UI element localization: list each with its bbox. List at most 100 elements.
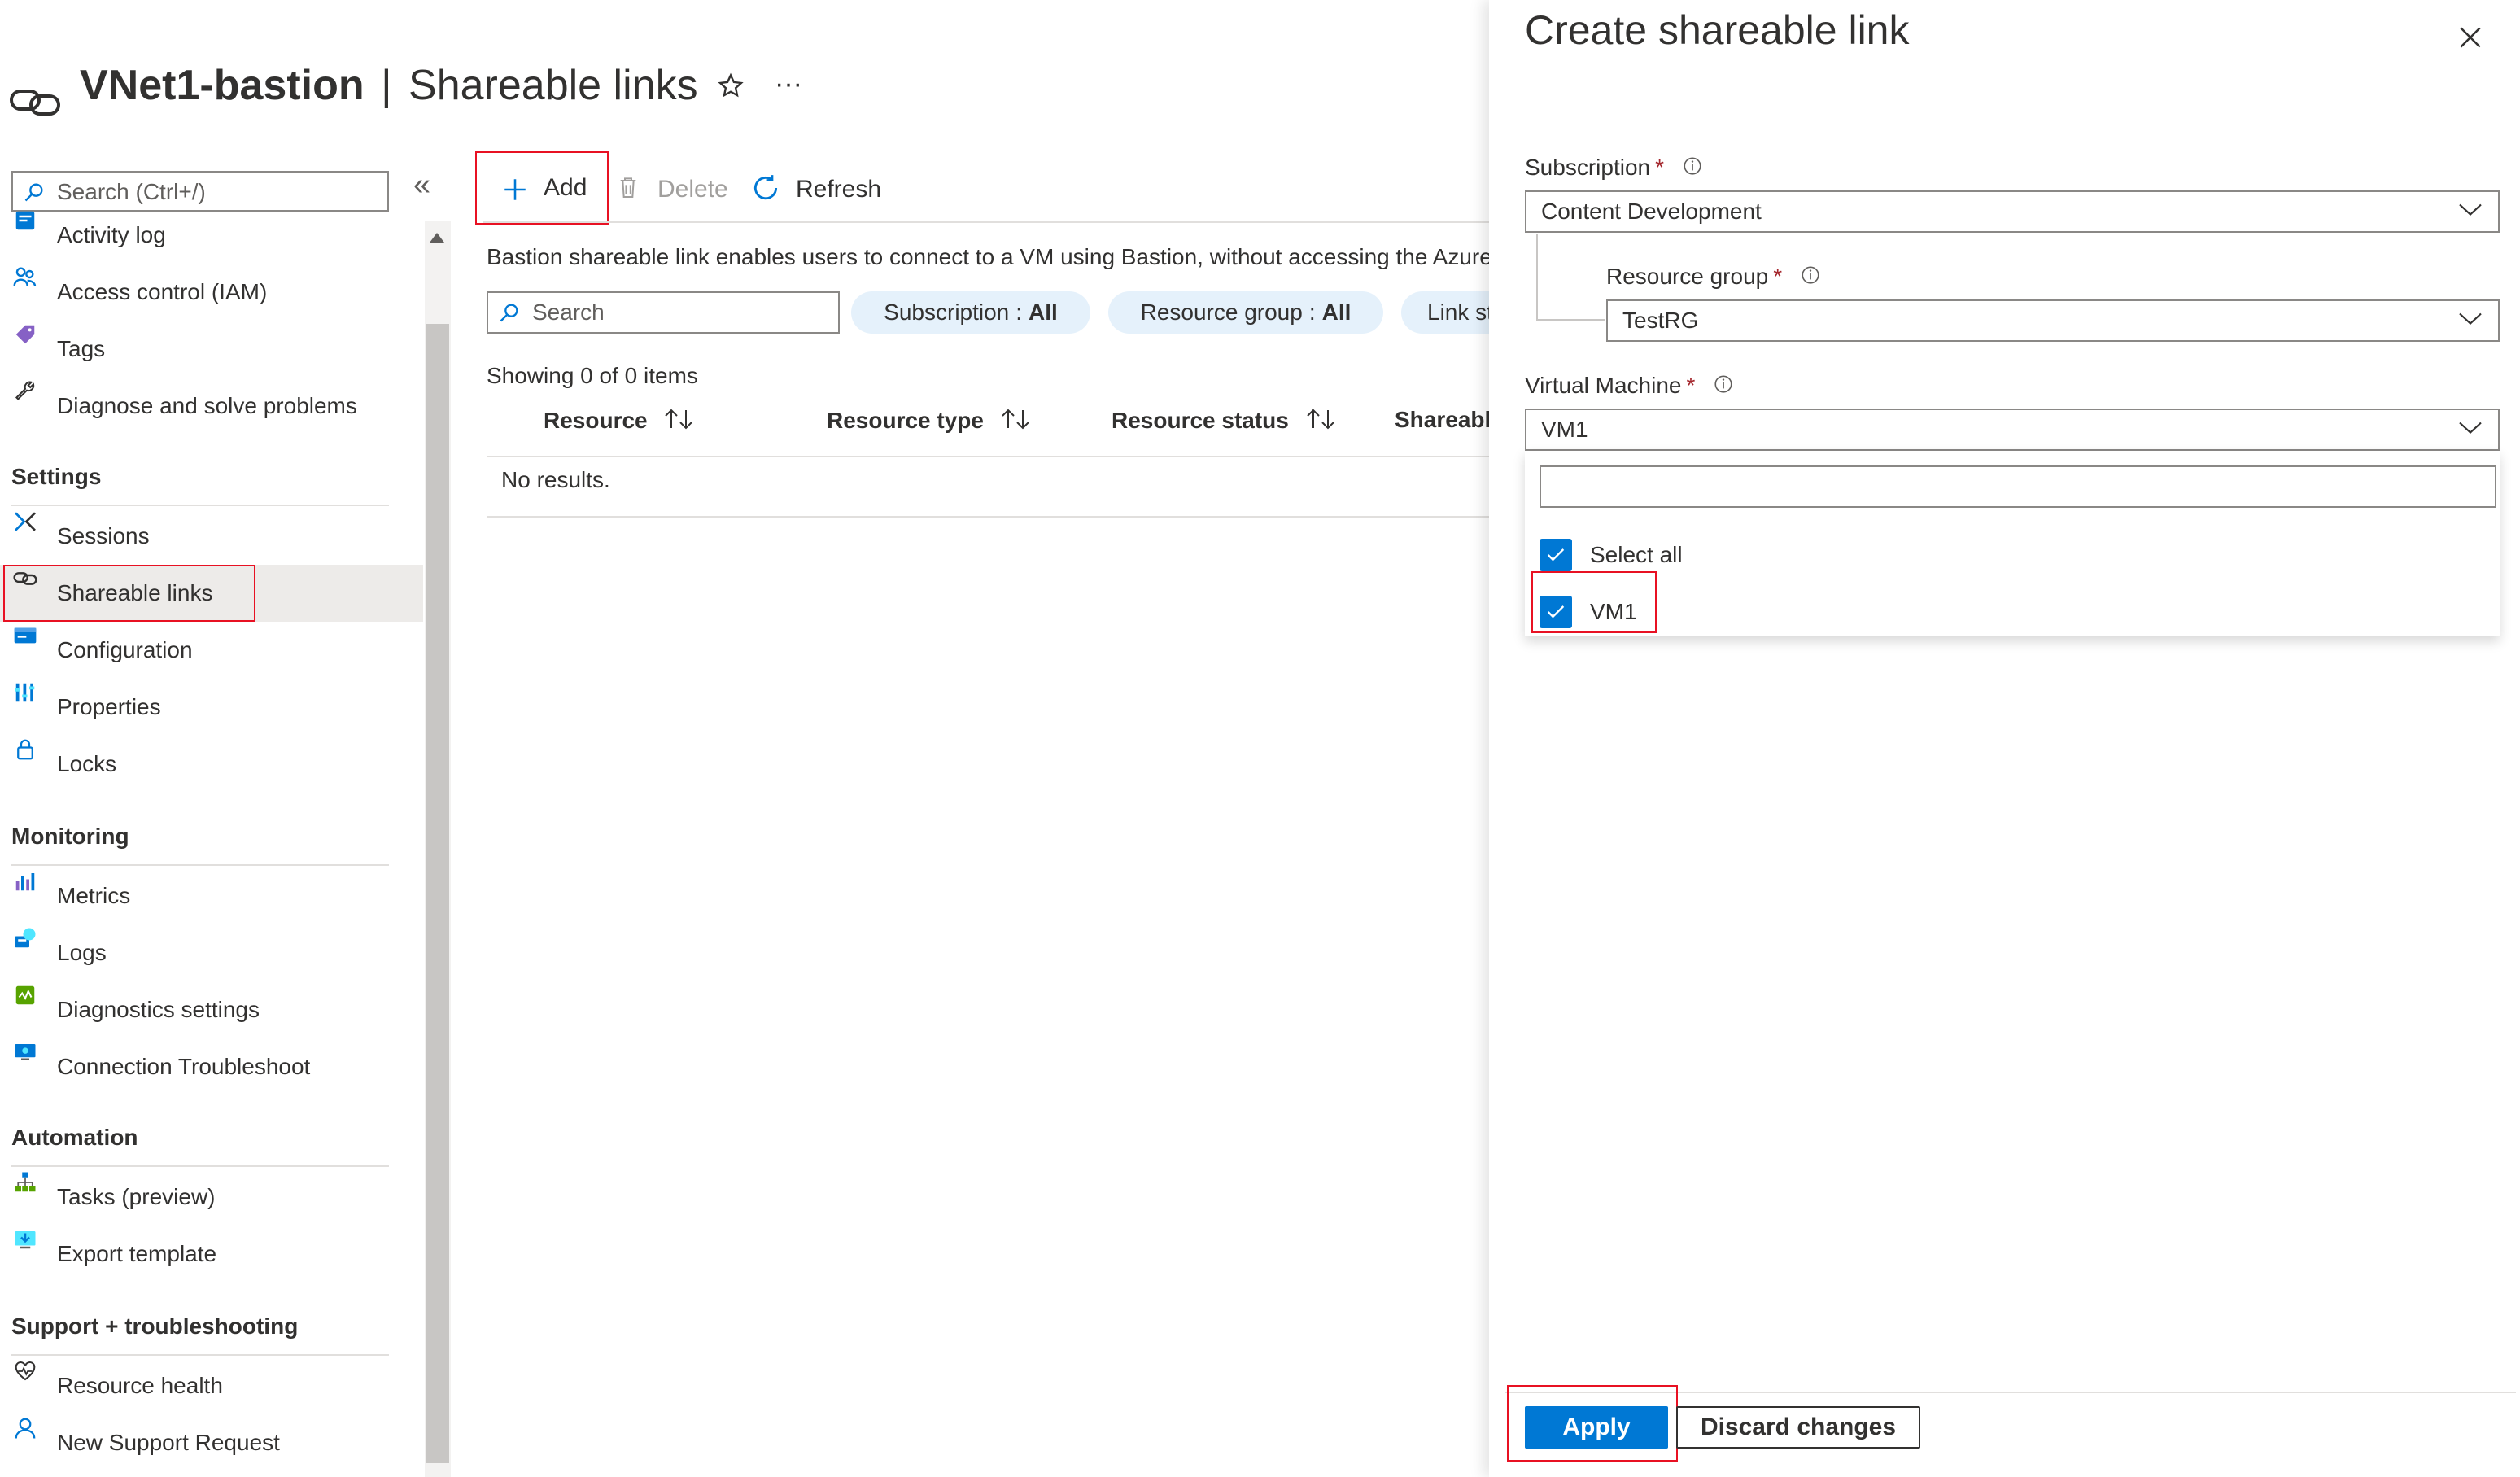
sort-icon	[1000, 407, 1033, 437]
create-link-panel: Create shareable link Subscription * Cont…	[1489, 0, 2520, 1477]
resource-icon	[8, 80, 65, 120]
sidebar-item-sessions[interactable]: Sessions	[0, 508, 423, 565]
sidebar-item-diagnostics-settings[interactable]: Diagnostics settings	[0, 981, 423, 1038]
info-icon[interactable]	[1800, 264, 1821, 291]
description-text: Bastion shareable link enables users to …	[487, 244, 1489, 269]
filter-value: All	[1029, 299, 1058, 325]
virtual-machine-dropdown[interactable]: VM1	[1525, 409, 2500, 451]
people-icon	[11, 264, 39, 291]
chevron-down-icon	[2457, 420, 2483, 440]
subscription-label: Subscription *	[1525, 155, 1703, 182]
discard-changes-button[interactable]: Discard changes	[1676, 1406, 1920, 1449]
sidebar-item-new-support-request[interactable]: New Support Request	[0, 1414, 423, 1471]
sidebar-item-locks[interactable]: Locks	[0, 736, 423, 793]
column-header-label: Resource	[544, 407, 648, 433]
filter-separator: :	[1015, 299, 1023, 325]
sidebar-item-resource-health[interactable]: Resource health	[0, 1357, 423, 1414]
close-icon[interactable]	[2454, 21, 2487, 54]
select-all-label: Select all	[1590, 542, 1683, 567]
export-icon	[11, 1226, 39, 1253]
select-all-checkbox[interactable]	[1540, 539, 1572, 571]
sidebar-item-label: Diagnostics settings	[57, 997, 260, 1022]
diagnostics-icon	[11, 981, 39, 1009]
search-icon	[498, 301, 521, 328]
sort-icon	[1305, 407, 1338, 437]
sidebar-item-label: New Support Request	[57, 1430, 280, 1455]
collapse-sidebar-icon[interactable]: «	[413, 168, 430, 203]
sidebar-item-metrics[interactable]: Metrics	[0, 867, 423, 924]
filter-link-status[interactable]: Link status	[1401, 291, 1489, 334]
metrics-icon	[11, 867, 39, 895]
sidebar-item-label: Configuration	[57, 637, 193, 662]
sidebar-item-logs[interactable]: Logs	[0, 924, 423, 981]
sidebar-item-export-template[interactable]: Export template	[0, 1226, 423, 1283]
filter-resource-group[interactable]: Resource group : All	[1108, 291, 1383, 334]
column-header-resource[interactable]: Resource	[544, 407, 696, 437]
sidebar-scrollbar[interactable]	[425, 221, 451, 1477]
panel-title: Create shareable link	[1525, 7, 1910, 53]
resource-group-dropdown[interactable]: TestRG	[1606, 299, 2500, 342]
vm-filter-input[interactable]	[1540, 465, 2496, 508]
filter-subscription[interactable]: Subscription : All	[851, 291, 1090, 334]
refresh-button[interactable]: Refresh	[750, 168, 897, 213]
sidebar-item-label: Export template	[57, 1241, 217, 1266]
subscription-dropdown[interactable]: Content Development	[1525, 190, 2500, 233]
sidebar-item-tasks[interactable]: Tasks (preview)	[0, 1169, 423, 1226]
search-icon	[23, 181, 46, 208]
sidebar-item-properties[interactable]: Properties	[0, 679, 423, 736]
sidebar-item-access-control[interactable]: Access control (IAM)	[0, 264, 423, 321]
sidebar-item-tags[interactable]: Tags	[0, 321, 423, 378]
column-header-resource-type[interactable]: Resource type	[827, 407, 1033, 437]
sidebar-item-label: Resource health	[57, 1373, 223, 1398]
column-header-shareable-link[interactable]: Shareable link	[1395, 407, 1489, 433]
scrollbar-thumb[interactable]	[426, 324, 449, 1463]
refresh-button-label: Refresh	[796, 176, 882, 203]
star-icon[interactable]	[716, 72, 745, 101]
sidebar-item-diagnose[interactable]: Diagnose and solve problems	[0, 378, 423, 435]
chevron-down-icon	[2457, 311, 2483, 331]
sidebar-item-label: Metrics	[57, 883, 131, 908]
sort-icon	[663, 407, 696, 437]
highlight-apply-button	[1507, 1385, 1678, 1462]
sidebar-item-connection-troubleshoot[interactable]: Connection Troubleshoot	[0, 1038, 423, 1095]
column-header-label: Resource type	[827, 407, 984, 433]
sessions-icon	[11, 508, 39, 535]
sidebar-search-placeholder: Search (Ctrl+/)	[57, 179, 206, 204]
wrench-icon	[11, 378, 39, 405]
main-search-input[interactable]: Search	[487, 291, 840, 334]
resource-group-value: TestRG	[1622, 308, 1699, 333]
column-header-label: Resource status	[1112, 407, 1289, 433]
filter-name: Subscription	[884, 299, 1010, 325]
sidebar-search[interactable]: Search (Ctrl+/)	[11, 171, 389, 212]
sidebar-item-label: Activity log	[57, 222, 166, 247]
sidebar-item-label: Locks	[57, 751, 117, 776]
sidebar-item-activity-log[interactable]: Activity log	[0, 207, 423, 264]
refresh-icon	[750, 173, 781, 208]
sidebar-item-label: Properties	[57, 694, 161, 719]
support-icon	[11, 1414, 39, 1442]
column-header-resource-status[interactable]: Resource status	[1112, 407, 1338, 437]
blade-name: Shareable links	[408, 62, 698, 109]
sidebar-item-configuration[interactable]: Configuration	[0, 622, 423, 679]
ellipsis-icon[interactable]: ···	[775, 68, 802, 100]
delete-button[interactable]: Delete	[615, 168, 745, 213]
scroll-up-arrow-icon[interactable]	[430, 233, 444, 243]
tasks-icon	[11, 1169, 39, 1196]
highlight-vm1-option	[1531, 571, 1657, 633]
column-header-label: Shareable link	[1395, 407, 1489, 432]
table-bottom-divider	[487, 516, 1489, 518]
sidebar-item-label: Tasks (preview)	[57, 1184, 216, 1209]
filter-name: Link status	[1427, 299, 1489, 325]
resource-group-label-text: Resource group	[1606, 264, 1769, 289]
info-icon[interactable]	[1713, 374, 1734, 400]
info-icon[interactable]	[1682, 155, 1703, 182]
sidebar-item-label: Connection Troubleshoot	[57, 1054, 311, 1079]
filter-separator: :	[1308, 299, 1316, 325]
sidebar-item-label: Access control (IAM)	[57, 279, 268, 304]
monitor-icon	[11, 1038, 39, 1066]
properties-icon	[11, 679, 39, 706]
required-marker: *	[1655, 155, 1664, 180]
sidebar-item-label: Sessions	[57, 523, 150, 548]
tree-connector	[1536, 234, 1605, 321]
section-divider	[11, 1165, 389, 1167]
